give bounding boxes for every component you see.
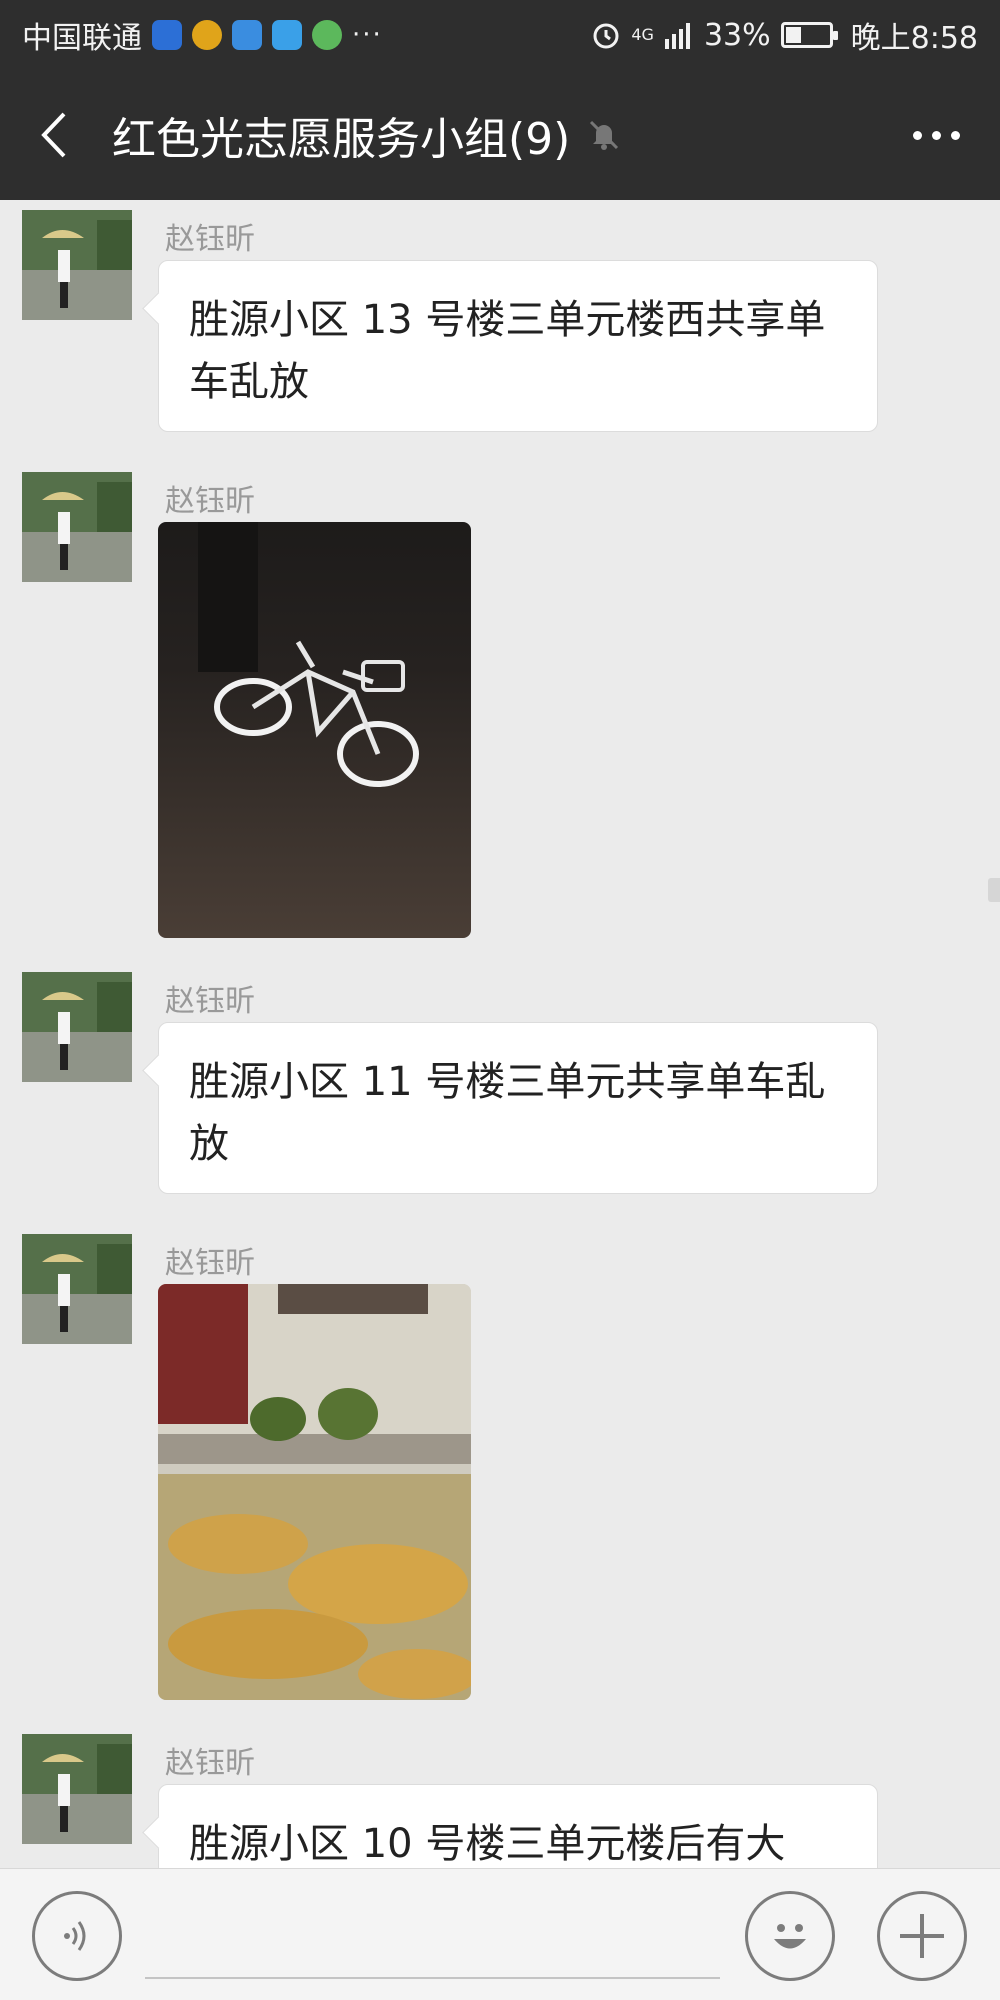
message-text: 胜源小区 10 号楼三单元楼后有大 xyxy=(189,1821,786,1867)
message-bubble[interactable]: 胜源小区 13 号楼三单元楼西共享单车乱放 xyxy=(158,260,878,432)
chat-title: 红色光志愿服务小组(9) xyxy=(112,114,571,165)
status-bar: 中国联通 ··· 4G 33% 晚上8:58 xyxy=(0,0,1000,70)
fallen-leaves-photo[interactable] xyxy=(158,1284,471,1700)
alarm-icon xyxy=(593,23,619,49)
status-left: 中国联通 ··· xyxy=(22,13,383,57)
signal-icon xyxy=(664,23,690,49)
message-text: 胜源小区 11 号楼三单元共享单车乱放 xyxy=(189,1059,826,1167)
message-bubble[interactable]: 胜源小区 11 号楼三单元共享单车乱放 xyxy=(158,1022,878,1194)
chat-header: 红色光志愿服务小组(9) xyxy=(0,70,1000,200)
sender-name: 赵钰昕 xyxy=(165,1746,255,1781)
sender-name: 赵钰昕 xyxy=(165,984,255,1019)
carrier-label: 中国联通 xyxy=(22,21,142,56)
sender-avatar[interactable] xyxy=(22,472,132,582)
card-app-icon xyxy=(272,20,302,50)
plus-icon xyxy=(900,1914,944,1958)
status-right: 4G 33% 晚上8:58 xyxy=(591,13,978,57)
more-dot-icon xyxy=(932,130,941,140)
message-input[interactable] xyxy=(145,1977,720,1979)
sender-avatar[interactable] xyxy=(22,972,132,1082)
scroll-handle[interactable] xyxy=(988,878,1000,902)
emoji-icon xyxy=(774,1924,806,1949)
mail-app-icon xyxy=(192,20,222,50)
voice-icon xyxy=(64,1921,86,1951)
sender-name: 赵钰昕 xyxy=(165,484,255,519)
more-dot-icon xyxy=(951,130,960,140)
sender-name: 赵钰昕 xyxy=(165,1246,255,1281)
voice-button[interactable] xyxy=(32,1891,122,1981)
more-notifications-icon: ··· xyxy=(352,20,383,50)
sender-avatar[interactable] xyxy=(22,1234,132,1344)
sender-avatar[interactable] xyxy=(22,1734,132,1844)
message-bubble[interactable]: 胜源小区 10 号楼三单元楼后有大 xyxy=(158,1784,878,1868)
shield-app-icon xyxy=(152,20,182,50)
battery-icon xyxy=(780,22,838,48)
emoji-button[interactable] xyxy=(745,1891,835,1981)
sender-avatar[interactable] xyxy=(22,210,132,320)
message-list[interactable]: 赵钰昕 胜源小区 13 号楼三单元楼西共享单车乱放 赵钰昕 赵钰昕 胜源小区 1… xyxy=(0,200,1000,1868)
back-button[interactable] xyxy=(8,70,98,200)
chevron-left-icon xyxy=(41,112,66,158)
book-app-icon xyxy=(312,20,342,50)
more-options-button[interactable] xyxy=(913,130,960,140)
mute-bell-icon xyxy=(590,120,619,150)
clock-time: 晚上8:58 xyxy=(850,21,978,56)
sender-name: 赵钰昕 xyxy=(165,222,255,257)
network-label: 4G xyxy=(631,25,654,44)
add-button[interactable] xyxy=(877,1891,967,1981)
bicycle-at-night-photo[interactable] xyxy=(158,522,471,938)
more-dot-icon xyxy=(913,130,922,140)
chat-app-icon xyxy=(232,20,262,50)
message-text: 胜源小区 13 号楼三单元楼西共享单车乱放 xyxy=(189,297,826,405)
battery-percent: 33% xyxy=(703,17,771,53)
input-bar xyxy=(0,1868,1000,2000)
